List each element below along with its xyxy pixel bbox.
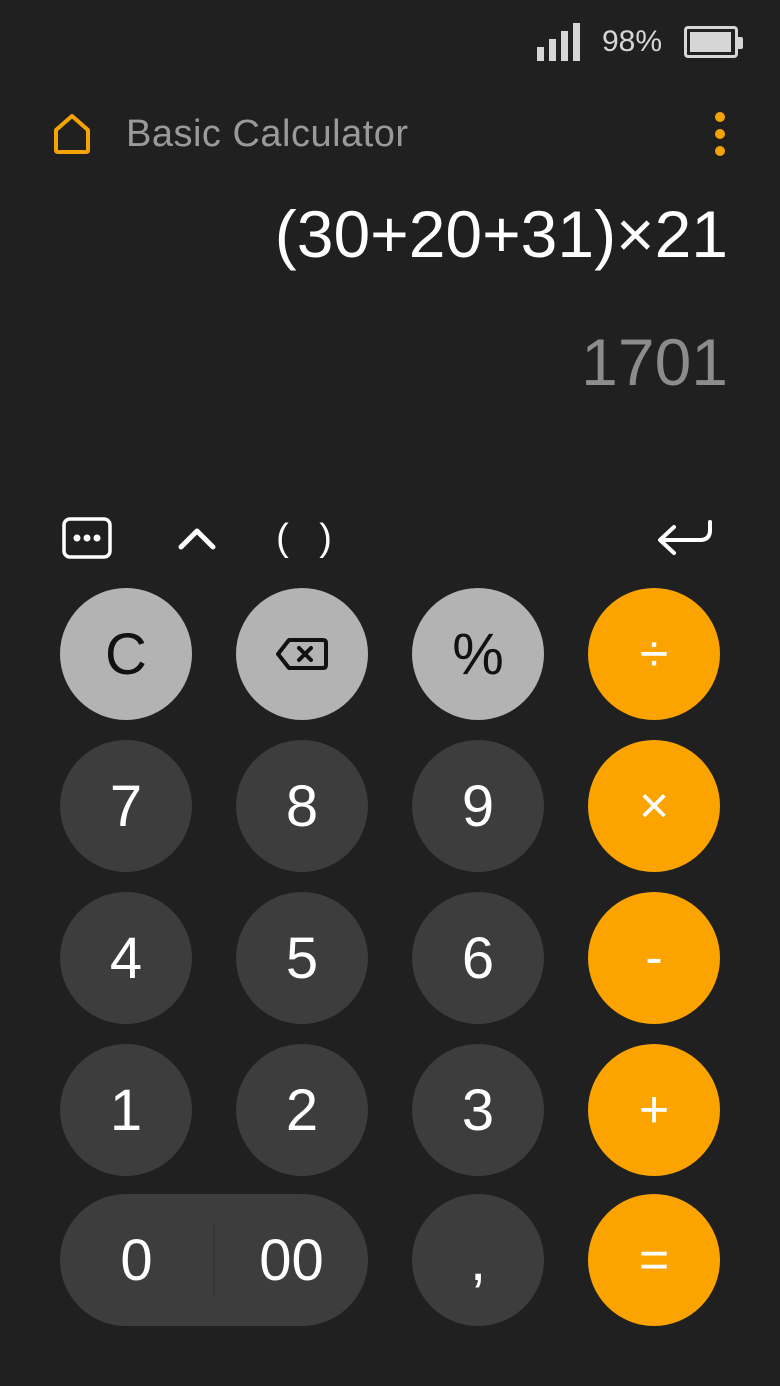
expression-display: (30+20+31)×21 — [274, 197, 728, 271]
multiply-button[interactable]: × — [588, 740, 720, 872]
digit-3-button[interactable]: 3 — [412, 1044, 544, 1176]
function-toolbar: ( ) — [60, 510, 720, 566]
result-display: 1701 — [581, 325, 728, 399]
backspace-button[interactable] — [236, 588, 368, 720]
signal-strength-icon — [536, 23, 580, 61]
home-icon[interactable] — [52, 112, 92, 156]
parentheses-button[interactable]: ( ) — [274, 510, 344, 566]
divide-button[interactable]: ÷ — [588, 588, 720, 720]
app-header: Basic Calculator — [52, 108, 728, 160]
power-button[interactable] — [172, 510, 222, 566]
digit-0-button[interactable]: 0 — [60, 1194, 213, 1326]
more-vertical-icon[interactable] — [712, 112, 728, 156]
history-return-button[interactable] — [650, 510, 720, 566]
zero-key-group: 0 00 — [60, 1194, 368, 1326]
caret-up-icon — [178, 528, 216, 550]
plus-button[interactable]: + — [588, 1044, 720, 1176]
return-icon — [658, 520, 712, 555]
status-bar: 98% — [536, 22, 743, 62]
backspace-icon — [276, 638, 328, 670]
clear-button[interactable]: C — [60, 588, 192, 720]
double-zero-button[interactable]: 00 — [215, 1194, 368, 1326]
more-options-button[interactable] — [60, 510, 114, 566]
digit-9-button[interactable]: 9 — [412, 740, 544, 872]
battery-percentage: 98% — [601, 25, 662, 58]
battery-level-fill — [690, 32, 732, 52]
app-title: Basic Calculator — [126, 112, 409, 155]
digit-7-button[interactable]: 7 — [60, 740, 192, 872]
digit-8-button[interactable]: 8 — [236, 740, 368, 872]
digit-4-button[interactable]: 4 — [60, 892, 192, 1024]
more-options-icon — [62, 517, 112, 559]
equals-button[interactable]: = — [588, 1194, 720, 1326]
digit-2-button[interactable]: 2 — [236, 1044, 368, 1176]
digit-5-button[interactable]: 5 — [236, 892, 368, 1024]
comma-button[interactable]: , — [412, 1194, 544, 1326]
battery-icon — [684, 26, 743, 58]
digit-6-button[interactable]: 6 — [412, 892, 544, 1024]
minus-button[interactable]: - — [588, 892, 720, 1024]
digit-1-button[interactable]: 1 — [60, 1044, 192, 1176]
percent-button[interactable]: % — [412, 588, 544, 720]
